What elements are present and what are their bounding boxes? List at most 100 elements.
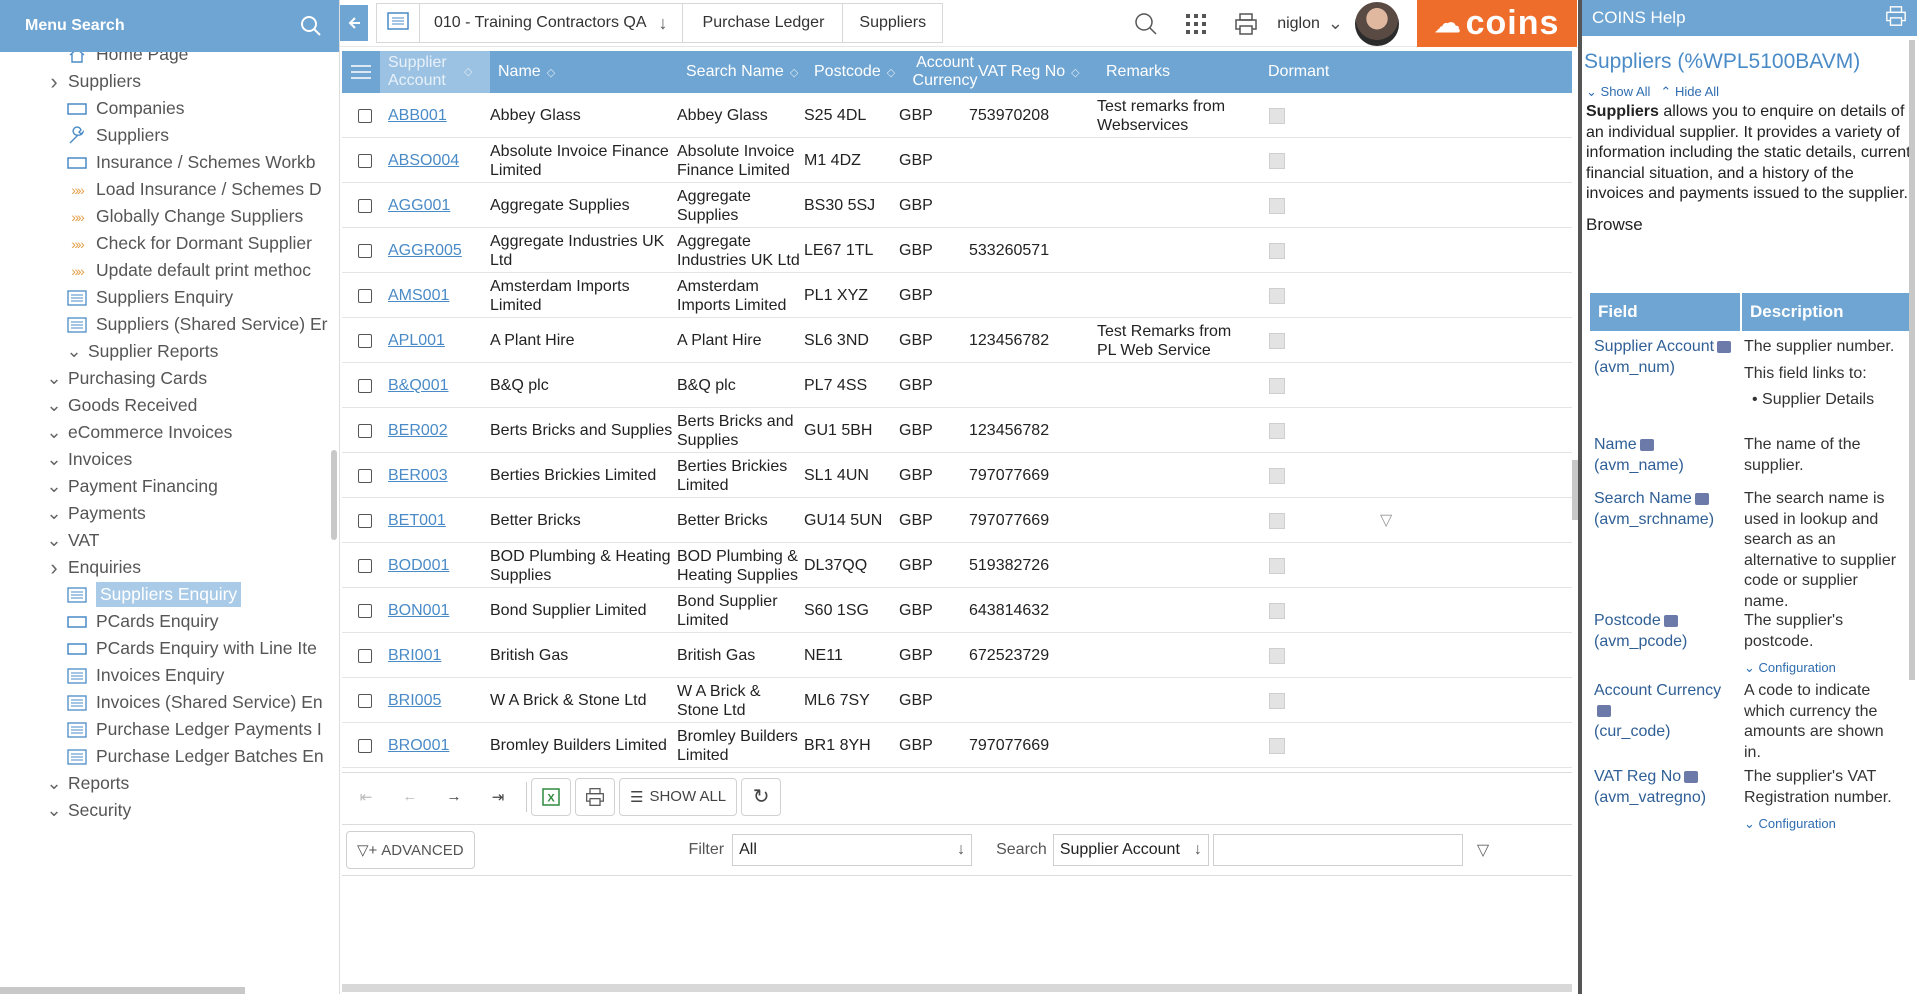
supplier-account-link[interactable]: ABSO004 [388,151,459,170]
supplier-account-link[interactable]: ABB001 [388,106,447,125]
table-row[interactable]: BRO001 Bromley Builders Limited Bromley Bu… [342,723,1572,768]
row-checkbox[interactable] [358,468,372,483]
help-field-label[interactable]: Name [1594,436,1637,453]
row-checkbox[interactable] [358,153,372,168]
breadcrumb-company[interactable]: 010 - Training Contractors QA ↓ [419,3,682,43]
table-row[interactable]: BRI001 British Gas British Gas NE11 GBP 67252… [342,633,1572,678]
dormant-checkbox[interactable] [1269,287,1285,304]
menu-search-bar[interactable]: Menu Search [0,0,339,52]
table-row[interactable]: APL001 A Plant Hire A Plant Hire SL6 3ND GBP… [342,318,1572,363]
chevron-down-icon[interactable]: ⌄ [40,449,68,470]
help-field-label[interactable]: Account Currency [1594,682,1721,699]
user-name[interactable]: niglon [1277,15,1320,33]
apps-grid-icon[interactable] [1175,3,1217,45]
table-row[interactable]: BET001 Better Bricks Better Bricks GU14 5UN… [342,498,1572,543]
row-checkbox[interactable] [358,198,372,213]
print-icon[interactable] [1885,5,1907,32]
table-row[interactable]: ABSO004 Absolute Invoice Finance Limited A… [342,138,1572,183]
breadcrumb-purchase-ledger[interactable]: Purchase Ledger [681,3,843,43]
sidebar-horizontal-scrollbar[interactable] [0,987,245,994]
breadcrumb-suppliers[interactable]: Suppliers [842,3,944,43]
help-scrollbar[interactable] [1909,40,1915,680]
last-page-icon[interactable]: ⇥ [478,777,518,816]
help-field-link[interactable]: • Supplier Details [1744,390,1904,411]
dormant-checkbox[interactable] [1269,737,1285,754]
row-checkbox[interactable] [358,693,372,708]
sidebar-item[interactable]: ⌄ Security [40,794,131,827]
supplier-account-link[interactable]: BRO001 [388,736,449,755]
chevron-down-icon[interactable]: ⌄ [40,530,68,551]
table-row[interactable]: BON001 Bond Supplier Limited Bond Supplier… [342,588,1572,633]
sort-icon[interactable]: ◇ [464,63,472,81]
refresh-button[interactable]: ↻ [741,777,782,816]
dormant-checkbox[interactable] [1269,242,1285,259]
filter-icon[interactable]: ▽ [1380,498,1392,543]
help-field-label[interactable]: Supplier Account [1594,338,1714,355]
grid-horizontal-scrollbar[interactable] [342,984,1572,992]
dormant-checkbox[interactable] [1269,512,1285,529]
table-row[interactable]: BER003 Berties Brickies Limited Berties Br… [342,453,1572,498]
chevron-down-icon[interactable]: ⌄ [1328,13,1343,34]
row-checkbox[interactable] [358,243,372,258]
previous-page-icon[interactable]: ← [390,777,430,816]
supplier-account-link[interactable]: B&Q001 [388,376,448,395]
dormant-checkbox[interactable] [1269,197,1285,214]
row-checkbox[interactable] [358,288,372,303]
supplier-account-link[interactable]: BRI001 [388,646,441,665]
header-remarks[interactable]: Remarks [1098,51,1248,93]
sort-icon[interactable]: ◇ [1071,66,1079,79]
dormant-checkbox[interactable] [1269,107,1285,124]
row-checkbox[interactable] [358,648,372,663]
search-field-select[interactable]: Supplier Account ↓ [1052,834,1209,866]
print-icon[interactable] [1225,3,1267,45]
table-row[interactable]: B&Q001 B&Q plc B&Q plc PL7 4SS GBP [342,363,1572,408]
dormant-checkbox[interactable] [1269,422,1285,439]
show-all-button[interactable]: ☰ SHOW ALL [619,777,738,816]
help-field-label[interactable]: Postcode [1594,612,1661,629]
column-menu-button[interactable] [342,51,380,93]
table-row[interactable]: ABB001 Abbey Glass Abbey Glass S25 4DL GBP 75… [342,93,1572,138]
hide-all-link[interactable]: ⌃ Hide All [1660,84,1719,100]
row-checkbox[interactable] [358,738,372,753]
supplier-account-link[interactable]: BER003 [388,466,448,485]
sort-icon[interactable]: ◇ [887,66,895,79]
search-icon[interactable] [297,12,325,40]
sidebar-scrollbar[interactable] [331,450,337,540]
filter-icon[interactable]: ▽ [1477,840,1489,860]
row-checkbox[interactable] [358,603,372,618]
supplier-account-link[interactable]: BOD001 [388,556,449,575]
header-name[interactable]: Name ◇ [490,51,678,93]
chevron-down-icon[interactable]: ⌄ [40,773,68,794]
back-button[interactable] [340,5,368,41]
sort-icon[interactable]: ◇ [547,66,555,79]
advanced-filter-button[interactable]: ▽+ ADVANCED [346,831,475,869]
chevron-down-icon[interactable]: ⌄ [40,368,68,389]
table-row[interactable]: AGGR005 Aggregate Industries UK Ltd Aggreg… [342,228,1572,273]
supplier-account-link[interactable]: AGG001 [388,196,450,215]
search-icon[interactable] [1125,3,1167,45]
table-row[interactable]: AGG001 Aggregate Supplies Aggregate Suppli… [342,183,1572,228]
chevron-down-icon[interactable]: ⌄ [40,503,68,524]
dormant-checkbox[interactable] [1269,332,1285,349]
header-search-name[interactable]: Search Name ◇ [678,51,806,93]
next-page-icon[interactable]: → [434,777,474,816]
chevron-down-icon[interactable]: ⌄ [40,800,68,821]
breadcrumb-home[interactable] [376,3,419,43]
chevron-down-icon[interactable]: ⌄ [40,395,68,416]
first-page-icon[interactable]: ⇤ [346,777,386,816]
avatar[interactable] [1355,1,1399,46]
configuration-link[interactable]: ⌄ Configuration [1744,658,1904,679]
chevron-down-icon[interactable]: ⌄ [40,422,68,443]
dormant-checkbox[interactable] [1269,692,1285,709]
search-input[interactable] [1212,834,1463,866]
chevron-right-icon[interactable]: › [40,69,68,95]
table-row[interactable]: BRI005 W A Brick & Stone Ltd W A Brick & S… [342,678,1572,723]
supplier-account-link[interactable]: BER002 [388,421,448,440]
supplier-account-link[interactable]: APL001 [388,331,445,350]
row-checkbox[interactable] [358,108,372,123]
help-field-label[interactable]: VAT Reg No [1594,768,1681,785]
excel-export-button[interactable]: X [531,777,571,816]
supplier-account-link[interactable]: BON001 [388,601,449,620]
chevron-down-icon[interactable]: ⌄ [60,341,88,362]
sort-icon[interactable]: ◇ [790,66,798,79]
